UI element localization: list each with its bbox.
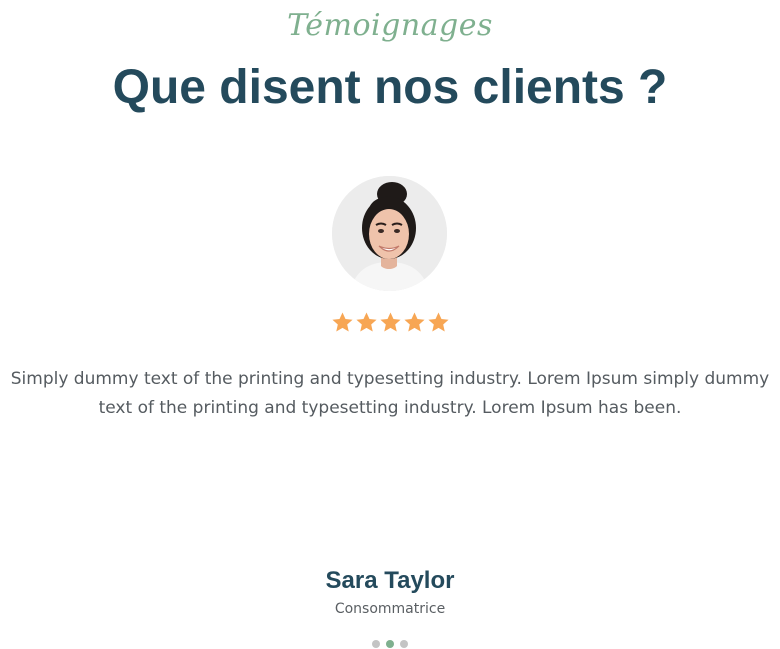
author-role: Consommatrice (334, 601, 446, 617)
avatar (332, 176, 447, 291)
star-icon (379, 312, 401, 332)
carousel-dot[interactable] (400, 640, 408, 648)
avatar-photo-icon (332, 176, 447, 291)
author-name: Sara Taylor (325, 567, 455, 594)
star-icon (355, 312, 377, 332)
star-icon (427, 312, 449, 332)
carousel-pagination (0, 640, 780, 648)
page-title: Que disent nos clients ? (112, 61, 668, 114)
testimonial-quote: Simply dummy text of the printing and ty… (10, 369, 770, 418)
rating-stars (0, 311, 780, 334)
carousel-dot[interactable] (386, 640, 394, 648)
carousel-dot[interactable] (372, 640, 380, 648)
star-icon (331, 312, 353, 332)
section-label: Témoignages (287, 8, 493, 43)
star-icon (403, 312, 425, 332)
